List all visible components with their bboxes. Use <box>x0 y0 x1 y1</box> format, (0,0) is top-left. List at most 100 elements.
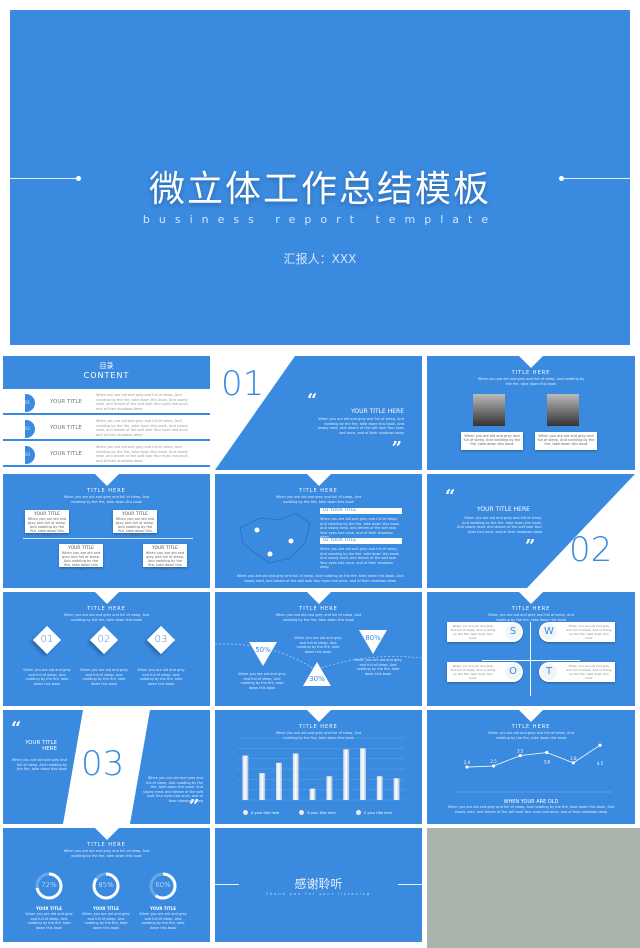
section-number: 02 <box>569 530 613 570</box>
bar <box>376 776 383 800</box>
close-quote-icon: ” <box>189 796 200 817</box>
profile-card: When you are old and grey and full of sl… <box>461 432 523 450</box>
data-label: 4.5 <box>597 761 604 766</box>
swot-card: When you are old and grey and full of sl… <box>447 622 523 642</box>
circle-title: YOUR TITLE <box>92 906 120 911</box>
toc-number: 01 <box>25 394 35 412</box>
circle-text: When you are old and grey and full of sl… <box>82 912 130 930</box>
swot-letter: T <box>541 664 557 680</box>
toc-desc: When you are old and grey and full of sl… <box>96 393 189 411</box>
toc-label: YOUR TITLE <box>50 451 82 457</box>
profile-card: When you are old and grey and full of sl… <box>535 432 597 450</box>
slide-map[interactable]: TITLE HERE When you are old and grey and… <box>215 474 422 588</box>
progress-label: 72% <box>41 881 57 889</box>
texture-background <box>427 828 640 948</box>
slide-title: TITLE HERE <box>511 606 551 612</box>
legend-dot-icon <box>355 810 361 815</box>
open-quote-icon: “ <box>307 390 318 411</box>
legend-item: B your title here <box>299 810 336 815</box>
swot-text: When you are old and grey and full of sl… <box>566 624 612 640</box>
slide-line-chart[interactable]: TITLE HERE When you are old and grey and… <box>427 710 635 824</box>
circle-title: YOUR TITLE <box>149 906 177 911</box>
progress-label: 60% <box>155 881 171 889</box>
slide-title: TITLE HERE <box>299 488 338 494</box>
toc-item[interactable]: 01 YOUR TITLE When you are old and grey an… <box>3 391 210 415</box>
diamond-number: 02 <box>97 634 111 645</box>
data-label: 3.8 <box>544 759 551 764</box>
avatar <box>547 394 579 426</box>
swot-letter: W <box>541 624 557 640</box>
toc-item[interactable]: 03 YOUR TITLE When you are old and grey an… <box>3 443 210 467</box>
data-label: 2.5 <box>490 759 497 764</box>
toc-desc: When you are old and grey and full of sl… <box>96 419 189 437</box>
slide-section-03[interactable]: “ YOUR TITLE HERE When you are old and g… <box>3 710 210 824</box>
toc-title-en: CONTENT <box>83 371 130 380</box>
cover-slide[interactable]: 微立体工作总结模板 business report template 汇报人：X… <box>10 10 630 345</box>
slide-triangles[interactable]: TITLE HERE When you are old and grey and… <box>215 592 422 706</box>
swot-card: When you are old and grey and full of sl… <box>447 662 523 682</box>
triangle-percent: 50% <box>255 646 271 654</box>
avatar <box>473 394 505 426</box>
thanks-subtitle: Thank you for your listening <box>265 892 372 896</box>
triangle-percent: 80% <box>365 634 381 642</box>
swot-card: When you are old and grey and full of sl… <box>539 662 615 682</box>
circle-title: YOUR TITLE <box>35 906 63 911</box>
diamond-text: When you are old and grey and full of sl… <box>23 668 71 686</box>
line-series <box>466 744 601 768</box>
slide-diamonds[interactable]: TITLE HERE When you are old and grey and… <box>3 592 210 706</box>
toc-desc: When you are old and grey and full of sl… <box>96 445 189 463</box>
toc-number: 02 <box>25 420 35 438</box>
diamond-number: 01 <box>40 634 54 645</box>
slide-thanks[interactable]: 感谢聆听 Thank you for your listening <box>215 828 422 942</box>
circle-text: When you are old and grey and full of sl… <box>139 912 187 930</box>
triangle-percent: 30% <box>309 675 325 683</box>
legend-label: A your title here <box>251 810 280 815</box>
bar <box>360 748 366 800</box>
timeline-card: YOUR TITLE When you are old and grey and … <box>59 544 103 571</box>
data-point <box>571 761 575 765</box>
slide-team[interactable]: TITLE HERE When you are old and grey and… <box>427 356 635 470</box>
bar <box>393 778 400 800</box>
slide-section-01[interactable]: 01 “ YOUR TITLE HERE When you are old an… <box>215 356 422 470</box>
slide-timeline[interactable]: TITLE HERE When you are old and grey and… <box>3 474 210 588</box>
triangle-text: When you are old and grey and full of sl… <box>294 636 342 654</box>
swot-card: When you are old and grey and full of sl… <box>539 622 615 642</box>
swot-letter: O <box>505 664 521 680</box>
slide-bar-chart[interactable]: TITLE HERE When you are old and grey and… <box>215 710 422 824</box>
legend-label: B your title here <box>307 810 336 815</box>
section-title: YOUR TITLE HERE <box>477 506 530 513</box>
timeline-card: YOUR TITLE When you are old and grey and … <box>143 544 187 571</box>
section-title: YOUR TITLE HERE <box>25 740 57 752</box>
swot-text: When you are old and grey and full of sl… <box>450 664 496 680</box>
data-point <box>465 765 469 769</box>
slide-section-02[interactable]: “ YOUR TITLE HERE When you are old and g… <box>427 474 635 588</box>
toc-number: 03 <box>25 446 35 464</box>
data-label: 2.4 <box>464 760 471 765</box>
thanks-title: 感谢聆听 <box>294 877 343 891</box>
slide-toc[interactable]: 目录 CONTENT 01 YOUR TITLE When you are old … <box>3 356 210 470</box>
map-item-title: 01 YOUR TITLE <box>320 508 402 514</box>
bar <box>326 776 333 800</box>
open-quote-icon: “ <box>11 718 22 739</box>
slide-subtitle: When you are old and grey and full of sl… <box>275 495 362 504</box>
toc-title-cn: 目录 <box>99 362 114 370</box>
section-number: 01 <box>221 364 265 404</box>
toc-item[interactable]: 02 YOUR TITLE When you are old and grey an… <box>3 417 210 441</box>
slide-swot[interactable]: TITLE HERE When you are old and grey and… <box>427 592 635 706</box>
slide-subtitle: When you are old and grey and full of sl… <box>477 377 585 386</box>
triangle-text: When you are old and grey and full of sl… <box>238 672 286 690</box>
bar-chart <box>237 737 405 801</box>
diamond-text: When you are old and grey and full of sl… <box>80 668 128 686</box>
data-point <box>492 764 496 768</box>
data-label: 2.8 <box>570 756 577 761</box>
bar <box>242 755 249 800</box>
slide-title: TITLE HERE <box>511 370 551 376</box>
slide-title: TITLE HERE <box>87 606 126 612</box>
line-chart-caption: When you are old and grey and full of sl… <box>447 805 615 814</box>
slide-progress-circles[interactable]: TITLE HERE When you are old and grey and… <box>3 828 210 942</box>
data-point <box>518 754 522 758</box>
progress-label: 85% <box>98 881 114 889</box>
slide-title: TITLE HERE <box>87 488 126 494</box>
legend-dot-icon <box>243 810 248 815</box>
diamond-text: When you are old and grey and full of sl… <box>137 668 185 686</box>
